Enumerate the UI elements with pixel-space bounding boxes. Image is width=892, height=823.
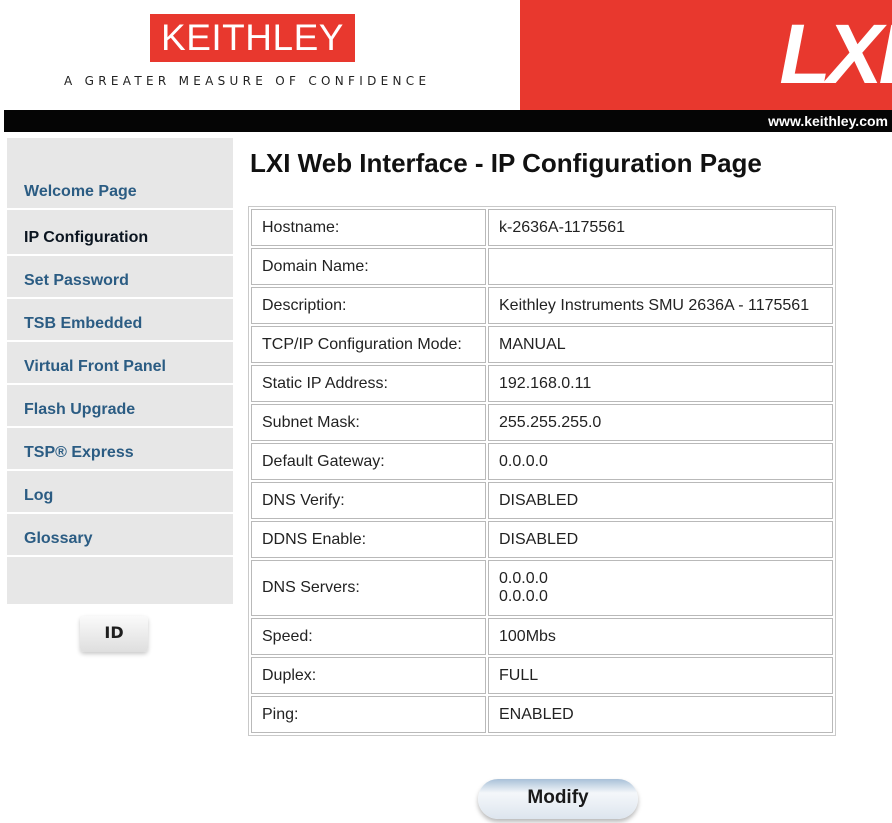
sidebar-item-welcome-page[interactable]: Welcome Page [7,166,233,210]
sidebar-item-tsp-express[interactable]: TSP® Express [7,428,233,471]
table-row: Static IP Address: 192.168.0.11 [251,365,833,402]
table-row: Domain Name: [251,248,833,285]
sidebar-nav: Welcome Page IP Configuration Set Passwo… [7,138,233,604]
row-label: DNS Servers: [251,560,486,616]
keithley-logo-text: KEITHLEY [161,17,344,58]
tagline: A GREATER MEASURE OF CONFIDENCE [64,74,431,88]
row-label: DNS Verify: [251,482,486,519]
row-value: MANUAL [488,326,833,363]
row-label: Static IP Address: [251,365,486,402]
table-row: Duplex: FULL [251,657,833,694]
dns-server-primary: 0.0.0.0 [499,570,548,587]
row-value: DISABLED [488,521,833,558]
table-row: Speed: 100Mbs [251,618,833,655]
dns-server-secondary: 0.0.0.0 [499,588,548,605]
page-title: LXI Web Interface - IP Configuration Pag… [250,148,762,178]
table-row: DNS Verify: DISABLED [251,482,833,519]
sidebar-item-label: IP Configuration [24,229,149,246]
header: KEITHLEY A GREATER MEASURE OF CONFIDENCE… [0,0,892,133]
lxi-logo-text: LXI [779,7,892,101]
header-bar: www.keithley.com [4,110,892,132]
row-label: Description: [251,287,486,324]
table-row: Ping: ENABLED [251,696,833,733]
row-value: DISABLED [488,482,833,519]
table-row: DNS Servers: 0.0.0.0 0.0.0.0 [251,560,833,616]
sidebar-item-flash-upgrade[interactable]: Flash Upgrade [7,385,233,428]
row-label: Speed: [251,618,486,655]
sidebar-item-label: Log [24,487,54,504]
id-button[interactable]: ID [80,616,148,652]
row-value: k-2636A-1175561 [488,209,833,246]
sidebar-item-label: Flash Upgrade [24,401,136,418]
sidebar-item-label: TSP® Express [24,444,134,461]
sidebar-item-label: Set Password [24,272,129,289]
table-row: Hostname: k-2636A-1175561 [251,209,833,246]
sidebar-item-ip-configuration[interactable]: IP Configuration [7,213,233,256]
row-value: 192.168.0.11 [488,365,833,402]
keithley-logo: KEITHLEY [150,14,355,62]
row-label: Ping: [251,696,486,733]
row-value: 0.0.0.0 [488,443,833,480]
row-value: 0.0.0.0 0.0.0.0 [488,560,833,616]
sidebar-item-label: TSB Embedded [24,315,143,332]
table-row: Subnet Mask: 255.255.255.0 [251,404,833,441]
row-value: 255.255.255.0 [488,404,833,441]
row-value: ENABLED [488,696,833,733]
sidebar-item-tsb-embedded[interactable]: TSB Embedded [7,299,233,342]
row-value: 100Mbs [488,618,833,655]
row-value: FULL [488,657,833,694]
table-row: Default Gateway: 0.0.0.0 [251,443,833,480]
table-row: TCP/IP Configuration Mode: MANUAL [251,326,833,363]
sidebar-item-label: Welcome Page [24,183,137,200]
sidebar-item-glossary[interactable]: Glossary [7,514,233,557]
table-row: Description: Keithley Instruments SMU 26… [251,287,833,324]
row-value [488,248,833,285]
sidebar-item-virtual-front-panel[interactable]: Virtual Front Panel [7,342,233,385]
sidebar-item-set-password[interactable]: Set Password [7,256,233,299]
lxi-logo: LXI [520,0,892,110]
sidebar-item-log[interactable]: Log [7,471,233,514]
ip-config-table: Hostname: k-2636A-1175561 Domain Name: D… [248,206,836,736]
row-label: TCP/IP Configuration Mode: [251,326,486,363]
table-row: DDNS Enable: DISABLED [251,521,833,558]
row-label: Subnet Mask: [251,404,486,441]
row-label: Hostname: [251,209,486,246]
row-label: Duplex: [251,657,486,694]
modify-button[interactable]: Modify [478,779,638,819]
sidebar-item-label: Glossary [24,530,93,547]
website-link[interactable]: www.keithley.com [768,110,888,132]
row-label: Default Gateway: [251,443,486,480]
row-label: Domain Name: [251,248,486,285]
sidebar-item-label: Virtual Front Panel [24,358,166,375]
row-label: DDNS Enable: [251,521,486,558]
row-value: Keithley Instruments SMU 2636A - 1175561 [488,287,833,324]
